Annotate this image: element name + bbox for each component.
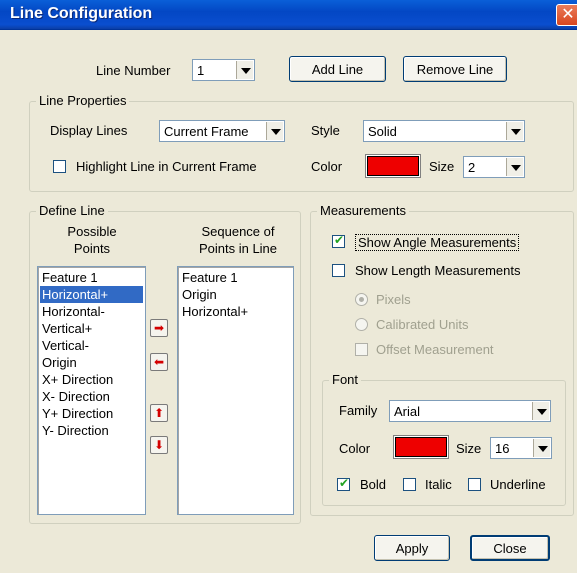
offset-measurement-label: Offset Measurement — [376, 342, 494, 357]
list-item[interactable]: Origin — [180, 286, 291, 303]
sequence-points-header-2: Points in Line — [198, 241, 278, 256]
sequence-points-list[interactable]: Feature 1 Origin Horizontal+ — [177, 266, 294, 515]
move-down-button[interactable]: ⬇ — [150, 436, 168, 454]
sequence-points-header-1: Sequence of — [201, 224, 275, 239]
show-angle-checkbox[interactable] — [332, 233, 345, 248]
line-size-dropdown[interactable]: 2 — [463, 156, 525, 178]
close-icon: ✕ — [561, 6, 575, 23]
list-item[interactable]: X+ Direction — [40, 371, 143, 388]
line-color-label: Color — [311, 159, 343, 174]
line-color-swatch[interactable] — [367, 156, 419, 176]
possible-points-list[interactable]: Feature 1 Horizontal+ Horizontal- Vertic… — [37, 266, 146, 515]
remove-line-button[interactable]: Remove Line — [403, 56, 507, 82]
style-dropdown[interactable]: Solid — [363, 120, 525, 142]
display-lines-label: Display Lines — [50, 123, 128, 138]
window-close-button[interactable]: ✕ — [556, 4, 577, 26]
list-item-selected[interactable]: Horizontal+ — [40, 286, 143, 303]
list-item[interactable]: Vertical- — [40, 337, 143, 354]
line-size-label: Size — [429, 159, 455, 174]
arrow-down-icon: ⬇ — [153, 438, 165, 452]
arrow-up-icon: ⬆ — [153, 406, 165, 420]
list-item[interactable]: X- Direction — [40, 388, 143, 405]
calibrated-units-label: Calibrated Units — [376, 317, 469, 332]
offset-measurement-checkbox[interactable] — [355, 343, 368, 356]
font-family-dropdown[interactable]: Arial — [389, 400, 551, 422]
window-title: Line Configuration — [10, 5, 153, 22]
font-size-label: Size — [456, 441, 482, 456]
list-item[interactable]: Horizontal- — [40, 303, 143, 320]
font-size-value: 16 — [495, 441, 510, 456]
define-line-legend: Define Line — [36, 203, 108, 218]
line-properties-legend: Line Properties — [36, 93, 130, 108]
chevron-down-icon — [266, 122, 283, 140]
font-family-label: Family — [339, 403, 378, 418]
underline-label[interactable]: Underline — [490, 477, 546, 492]
chevron-down-icon — [236, 61, 253, 79]
arrow-left-icon: ⬅ — [153, 355, 165, 369]
italic-checkbox[interactable] — [403, 478, 416, 491]
remove-point-button[interactable]: ⬅ — [150, 353, 168, 371]
list-item[interactable]: Horizontal+ — [180, 303, 291, 320]
font-color-swatch[interactable] — [395, 437, 447, 457]
possible-points-header-2: Points — [73, 241, 111, 256]
pixels-radio[interactable] — [355, 293, 368, 306]
font-size-dropdown[interactable]: 16 — [490, 437, 552, 459]
chevron-down-icon — [532, 402, 549, 420]
add-line-button[interactable]: Add Line — [289, 56, 386, 82]
line-number-value: 1 — [197, 63, 205, 78]
possible-points-header-1: Possible — [67, 224, 117, 239]
close-button[interactable]: Close — [470, 535, 550, 561]
list-item[interactable]: Feature 1 — [40, 269, 143, 286]
list-item[interactable]: Y- Direction — [40, 422, 143, 439]
line-number-dropdown[interactable]: 1 — [192, 59, 255, 81]
pixels-label: Pixels — [376, 292, 411, 307]
list-item[interactable]: Vertical+ — [40, 320, 143, 337]
display-lines-dropdown[interactable]: Current Frame — [159, 120, 285, 142]
add-point-button[interactable]: ➡ — [150, 319, 168, 337]
highlight-line-label[interactable]: Highlight Line in Current Frame — [76, 159, 257, 174]
font-family-value: Arial — [394, 404, 421, 419]
measurements-legend: Measurements — [317, 203, 409, 218]
display-lines-value: Current Frame — [164, 124, 249, 139]
underline-checkbox[interactable] — [468, 478, 481, 491]
bold-checkbox[interactable] — [337, 476, 350, 491]
font-legend: Font — [329, 372, 362, 387]
style-value: Solid — [368, 124, 397, 139]
show-length-checkbox[interactable] — [332, 264, 345, 277]
chevron-down-icon — [506, 122, 523, 140]
arrow-right-icon: ➡ — [153, 321, 165, 335]
italic-label[interactable]: Italic — [425, 477, 452, 492]
calibrated-units-radio[interactable] — [355, 318, 368, 331]
font-color-label: Color — [339, 441, 371, 456]
move-up-button[interactable]: ⬆ — [150, 404, 168, 422]
highlight-line-checkbox[interactable] — [53, 160, 66, 173]
list-item[interactable]: Origin — [40, 354, 143, 371]
show-length-label[interactable]: Show Length Measurements — [355, 263, 520, 278]
line-properties-group: Line Properties — [29, 93, 574, 192]
list-item[interactable]: Y+ Direction — [40, 405, 143, 422]
show-angle-label[interactable]: Show Angle Measurements — [355, 234, 520, 251]
title-bar: Line Configuration — [0, 0, 577, 30]
list-item[interactable]: Feature 1 — [180, 269, 291, 286]
bold-label[interactable]: Bold — [360, 477, 386, 492]
chevron-down-icon — [533, 439, 550, 457]
apply-button[interactable]: Apply — [374, 535, 450, 561]
style-label: Style — [311, 123, 340, 138]
line-size-value: 2 — [468, 160, 476, 175]
chevron-down-icon — [506, 158, 523, 176]
line-number-label: Line Number — [96, 63, 171, 78]
